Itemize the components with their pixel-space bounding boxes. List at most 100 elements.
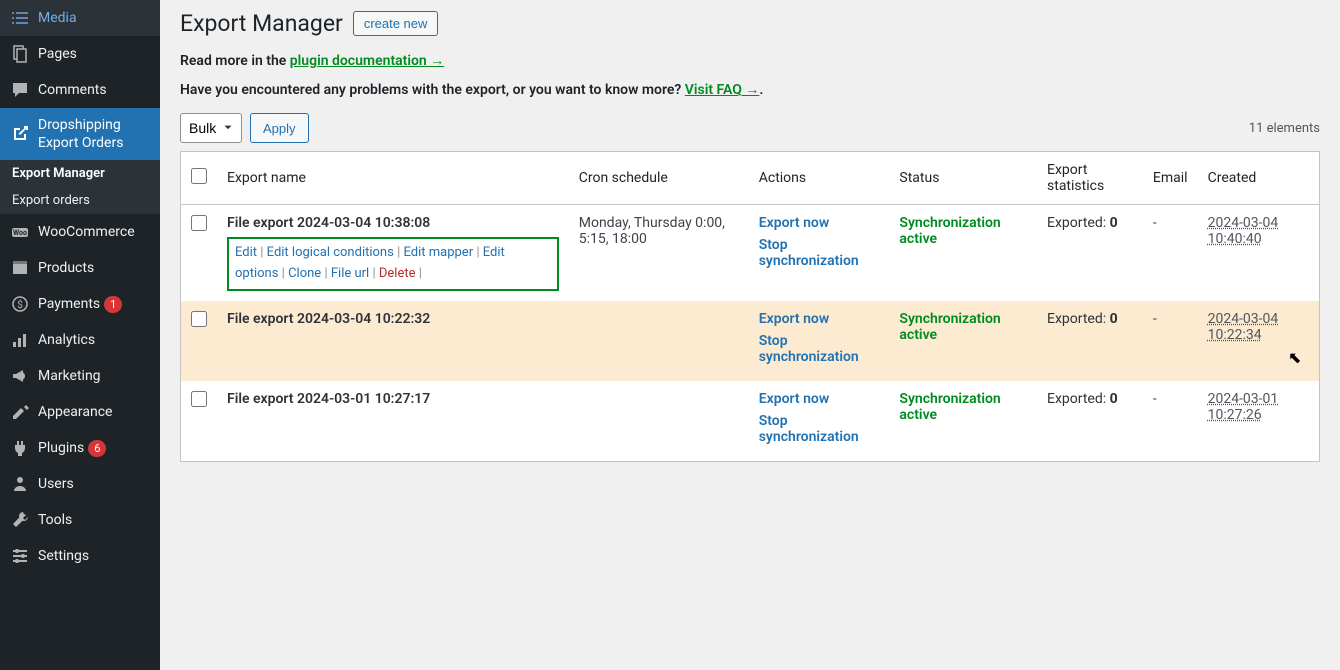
export-now-link[interactable]: Export now [759,391,880,407]
menu-users[interactable]: Users [0,466,160,502]
apply-button[interactable]: Apply [250,113,309,143]
settings-icon [10,546,30,566]
col-email: Email [1143,152,1198,205]
bulk-select[interactable]: Bulk [180,113,242,143]
menu-label: Payments1 [38,295,150,313]
plugins-icon [10,438,30,458]
menu-label: Comments [38,81,150,99]
select-all-checkbox[interactable] [191,168,207,184]
stats-cell: Exported: 0 [1037,205,1143,301]
col-stats: Export statistics [1037,152,1143,205]
menu-export[interactable]: Dropshipping Export Orders [0,108,160,160]
export-now-link[interactable]: Export now [759,311,880,327]
menu-label: Settings [38,547,150,565]
export-now-link[interactable]: Export now [759,215,880,231]
created-timestamp: 2024-03-04 10:40:40 [1208,215,1279,247]
menu-analytics[interactable]: Analytics [0,322,160,358]
menu-label: Analytics [38,331,150,349]
table-row: File export 2024-03-04 10:22:32 Export n… [181,301,1320,381]
menu-appearance[interactable]: Appearance [0,394,160,430]
menu-products[interactable]: Products [0,250,160,286]
edit-link[interactable]: Edit [235,245,257,260]
menu-plugins[interactable]: Plugins6 [0,430,160,466]
payments-icon: $ [10,294,30,314]
stop-sync-link[interactable]: Stop synchronization [759,237,880,269]
status-label: Synchronization active [899,215,1000,247]
stats-cell: Exported: 0 [1037,381,1143,462]
row-checkbox[interactable] [191,391,207,407]
table-row: File export 2024-03-01 10:27:17 Export n… [181,381,1320,462]
col-created: Created [1198,152,1320,205]
export-name: File export 2024-03-04 10:38:08 [227,215,559,231]
analytics-icon [10,330,30,350]
table-row: File export 2024-03-04 10:38:08 Edit | E… [181,205,1320,301]
submenu-item[interactable]: Export Manager [0,160,160,187]
menu-media[interactable]: Media [0,0,160,36]
menu-payments[interactable]: $ Payments1 [0,286,160,322]
menu-tools[interactable]: Tools [0,502,160,538]
stats-cell: Exported: 0 [1037,301,1143,381]
file-url-link[interactable]: File url [331,266,369,281]
faq-notice: Have you encountered any problems with t… [180,81,1320,98]
col-cron: Cron schedule [569,152,749,205]
export-icon [10,124,30,144]
menu-pages[interactable]: Pages [0,36,160,72]
svg-text:Woo: Woo [13,229,27,237]
menu-settings[interactable]: Settings [0,538,160,574]
status-label: Synchronization active [899,391,1000,423]
menu-label: Plugins6 [38,439,150,457]
submenu-item[interactable]: Export orders [0,187,160,214]
users-icon [10,474,30,494]
menu-comments[interactable]: Comments [0,72,160,108]
element-count: 11 elements [1249,121,1320,136]
email-cell: - [1143,301,1198,381]
delete-link[interactable]: Delete [379,266,416,281]
page-title: Export Manager [180,10,343,37]
menu-marketing[interactable]: Marketing [0,358,160,394]
status-label: Synchronization active [899,311,1000,343]
marketing-icon [10,366,30,386]
faq-link[interactable]: Visit FAQ → [685,82,760,98]
col-name: Export name [217,152,569,205]
pages-icon [10,44,30,64]
col-actions: Actions [749,152,890,205]
menu-label: Users [38,475,150,493]
edit-mapper-link[interactable]: Edit mapper [403,245,473,260]
export-name: File export 2024-03-01 10:27:17 [227,391,559,407]
doc-link[interactable]: plugin documentation → [290,53,444,69]
row-actions-box: Edit | Edit logical conditions | Edit ma… [227,237,559,291]
created-timestamp: 2024-03-04 10:22:34 [1208,311,1279,343]
woo-icon: Woo [10,222,30,242]
row-checkbox[interactable] [191,215,207,231]
menu-label: Pages [38,45,150,63]
menu-label: WooCommerce [38,223,150,241]
admin-sidebar: Media Pages Comments Dropshipping Export Or… [0,0,160,670]
export-name: File export 2024-03-04 10:22:32 [227,311,559,327]
menu-label: Marketing [38,367,150,385]
products-icon [10,258,30,278]
doc-notice: Read more in the plugin documentation → [180,52,1320,69]
menu-label: Tools [38,511,150,529]
cron-cell: Monday, Thursday 0:00, 5:15, 18:00 [569,205,749,301]
cron-cell [569,301,749,381]
main-content: Export Manager create new Read more in t… [160,0,1340,670]
comments-icon [10,80,30,100]
stop-sync-link[interactable]: Stop synchronization [759,413,880,445]
appearance-icon [10,402,30,422]
menu-label: Dropshipping Export Orders [38,116,150,152]
menu-woo[interactable]: Woo WooCommerce [0,214,160,250]
svg-text:$: $ [17,298,23,311]
menu-label: Products [38,259,150,277]
col-status: Status [889,152,1037,205]
menu-label: Appearance [38,403,150,421]
created-timestamp: 2024-03-01 10:27:26 [1208,391,1279,423]
media-icon [10,8,30,28]
edit-logical-link[interactable]: Edit logical conditions [267,245,394,260]
stop-sync-link[interactable]: Stop synchronization [759,333,880,365]
menu-label: Media [38,9,150,27]
row-checkbox[interactable] [191,311,207,327]
exports-table: Export name Cron schedule Actions Status… [180,151,1320,462]
clone-link[interactable]: Clone [288,266,321,281]
tools-icon [10,510,30,530]
create-new-button[interactable]: create new [353,11,439,36]
